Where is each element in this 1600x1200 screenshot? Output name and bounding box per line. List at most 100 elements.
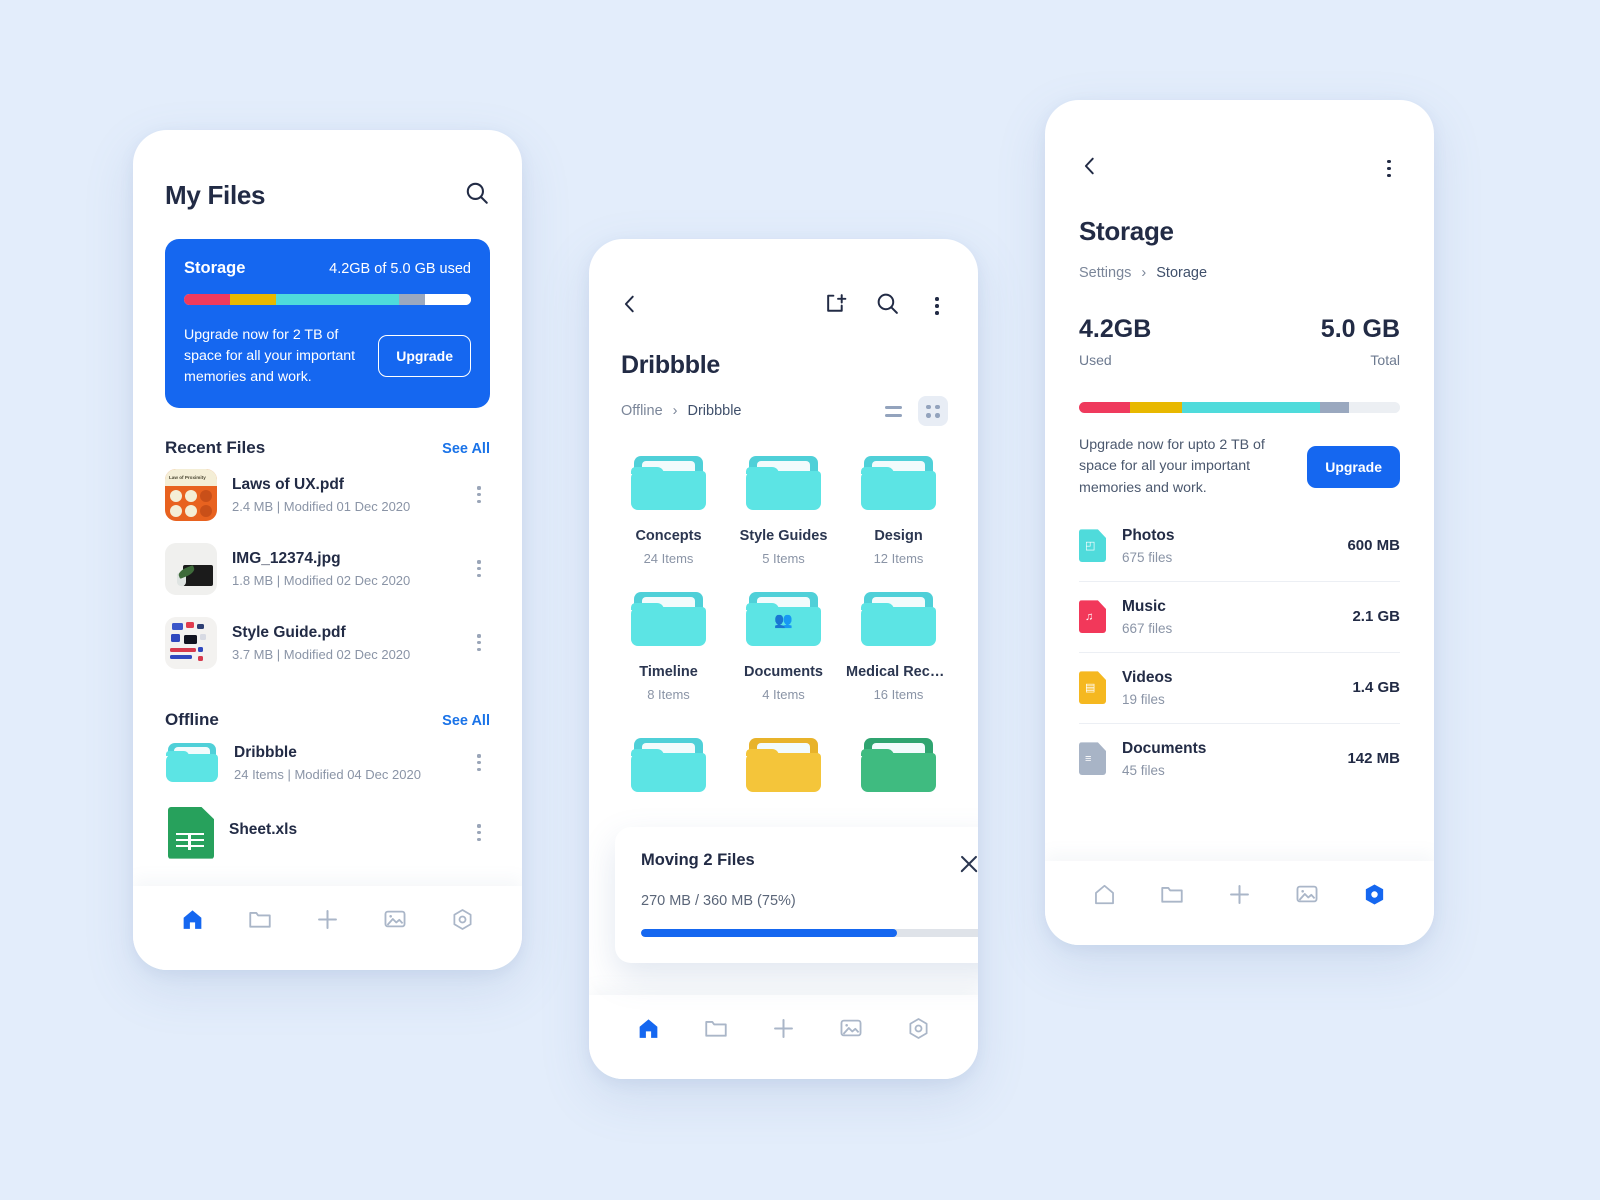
folder-item-count: 5 Items <box>762 551 805 566</box>
nav-home-icon[interactable] <box>171 902 215 936</box>
storage-category-row[interactable]: ◰ Photos 675 files 600 MB <box>1079 511 1400 582</box>
more-vertical-icon[interactable] <box>468 752 490 774</box>
list-view-icon[interactable] <box>878 396 908 426</box>
bottom-navigation[interactable] <box>1045 861 1434 945</box>
nav-image-icon[interactable] <box>829 1011 873 1045</box>
more-vertical-icon[interactable] <box>468 484 490 506</box>
bottom-navigation[interactable] <box>133 886 522 970</box>
see-all-offline-link[interactable]: See All <box>442 713 490 729</box>
storage-usage-bar <box>184 294 471 305</box>
nav-home-icon[interactable] <box>1083 877 1127 911</box>
search-icon[interactable] <box>875 291 900 321</box>
category-name: Documents <box>1122 739 1207 757</box>
page-title: Dribbble <box>621 351 720 379</box>
breadcrumb-parent[interactable]: Offline <box>621 403 663 419</box>
storage-segment-videos <box>275 294 400 305</box>
category-size: 142 MB <box>1347 750 1400 768</box>
storage-segment-music <box>229 294 276 305</box>
storage-category-list: ◰ Photos 675 files 600 MB ♫ Music 667 files 2.1… <box>1045 499 1434 794</box>
storage-segment-documents <box>399 294 426 305</box>
nav-folder-icon[interactable] <box>694 1011 738 1045</box>
folder-card[interactable]: Concepts 24 Items <box>611 452 726 566</box>
more-vertical-icon[interactable] <box>926 295 948 317</box>
folder-card[interactable]: Style Guides 5 Items <box>726 452 841 566</box>
storage-segment-music <box>1130 402 1182 413</box>
storage-scroll-area[interactable]: Storage Settings › Storage 4.2GB Used 5.… <box>1045 100 1434 861</box>
list-item[interactable]: IMG_12374.jpg 1.8 MB | Modified 02 Dec 2… <box>133 532 522 606</box>
folder-grid-partial-row <box>589 708 978 796</box>
storage-promo-text: Upgrade now for 2 TB of space for all yo… <box>184 327 356 385</box>
dialog-progress-text: 270 MB / 360 MB (75%) <box>641 893 796 909</box>
search-icon[interactable] <box>464 180 490 211</box>
folder-icon <box>860 452 938 514</box>
breadcrumb-parent[interactable]: Settings <box>1079 265 1131 281</box>
dialog-title: Moving 2 Files <box>641 851 755 869</box>
folder-card[interactable]: Timeline 8 Items <box>611 588 726 702</box>
shared-users-icon: 👥 <box>774 612 793 630</box>
folder-name: Documents <box>744 664 823 680</box>
nav-image-icon[interactable] <box>1285 877 1329 911</box>
close-icon[interactable] <box>956 851 978 877</box>
xls-file-icon <box>168 806 214 859</box>
music-file-icon: ♫ <box>1079 600 1106 634</box>
photo-desk-thumbnail <box>165 542 217 595</box>
total-value: 5.0 GB <box>1320 315 1400 343</box>
storage-category-row[interactable]: ▤ Videos 19 files 1.4 GB <box>1079 653 1400 724</box>
pdf-style-guide-thumbnail <box>165 616 217 669</box>
nav-image-icon[interactable] <box>373 902 417 936</box>
recent-files-section-header: Recent Files See All <box>133 438 522 458</box>
dialog-progress-bar <box>641 929 978 937</box>
my-files-scroll-area[interactable]: My Files Storage 4.2GB of 5.0 GB used Up… <box>133 130 522 886</box>
grid-view-icon[interactable] <box>918 396 948 426</box>
category-file-count: 667 files <box>1122 620 1173 636</box>
upgrade-button[interactable]: Upgrade <box>378 335 471 378</box>
nav-folder-icon[interactable] <box>238 902 282 936</box>
storage-header <box>1045 100 1434 182</box>
chevron-left-icon[interactable] <box>619 293 641 320</box>
nav-folder-icon[interactable] <box>1150 877 1194 911</box>
nav-settings-icon[interactable] <box>1352 877 1396 911</box>
folder-card[interactable]: Design 12 Items <box>841 452 956 566</box>
chevron-left-icon[interactable] <box>1079 155 1101 182</box>
list-item[interactable]: Law of Proximity Laws of UX.pdf 2.4 MB |… <box>133 458 522 532</box>
my-files-header: My Files <box>133 130 522 211</box>
section-title-offline: Offline <box>165 709 219 729</box>
folder-card[interactable] <box>841 734 956 796</box>
new-folder-icon[interactable] <box>824 291 849 321</box>
folder-card[interactable] <box>611 734 726 796</box>
storage-category-row[interactable]: ≡ Documents 45 files 142 MB <box>1079 724 1400 794</box>
category-file-count: 675 files <box>1122 549 1173 565</box>
folder-card[interactable]: 👥 Documents 4 Items <box>726 588 841 702</box>
more-vertical-icon[interactable] <box>468 822 490 844</box>
file-meta: 24 Items | Modified 04 Dec 2020 <box>234 766 421 782</box>
folder-card[interactable] <box>726 734 841 796</box>
nav-settings-icon[interactable] <box>896 1011 940 1045</box>
nav-plus-icon[interactable] <box>761 1011 805 1045</box>
nav-plus-icon[interactable] <box>1217 877 1261 911</box>
folder-icon <box>630 452 708 514</box>
folder-item-count: 4 Items <box>762 687 805 702</box>
bottom-navigation[interactable] <box>589 995 978 1079</box>
folder-icon: 👥 <box>745 588 823 650</box>
category-size: 600 MB <box>1347 537 1400 555</box>
more-vertical-icon[interactable] <box>468 632 490 654</box>
storage-amounts: 4.2GB Used 5.0 GB Total <box>1045 281 1434 368</box>
nav-settings-icon[interactable] <box>440 902 484 936</box>
list-item[interactable]: Dribbble 24 Items | Modified 04 Dec 2020 <box>133 730 522 796</box>
list-item[interactable]: Sheet.xls <box>133 796 522 859</box>
see-all-recent-link[interactable]: See All <box>442 441 490 457</box>
nav-plus-icon[interactable] <box>305 902 349 936</box>
folder-card[interactable]: Medical Recor... 16 Items <box>841 588 956 702</box>
more-vertical-icon[interactable] <box>468 558 490 580</box>
phone-folder-browser: Dribbble Offline › Dribbble Concepts 24 I… <box>589 239 978 1079</box>
nav-home-icon[interactable] <box>627 1011 671 1045</box>
storage-promo-card: Storage 4.2GB of 5.0 GB used Upgrade now… <box>165 239 490 408</box>
storage-segment-videos <box>1181 402 1320 413</box>
documents-file-icon: ≡ <box>1079 742 1106 776</box>
list-item[interactable]: Style Guide.pdf 3.7 MB | Modified 02 Dec… <box>133 606 522 680</box>
storage-category-row[interactable]: ♫ Music 667 files 2.1 GB <box>1079 582 1400 653</box>
more-vertical-icon[interactable] <box>1378 158 1400 180</box>
file-meta: 2.4 MB | Modified 01 Dec 2020 <box>232 498 411 514</box>
upgrade-button[interactable]: Upgrade <box>1307 445 1400 488</box>
chevron-right-icon: › <box>1141 265 1147 281</box>
